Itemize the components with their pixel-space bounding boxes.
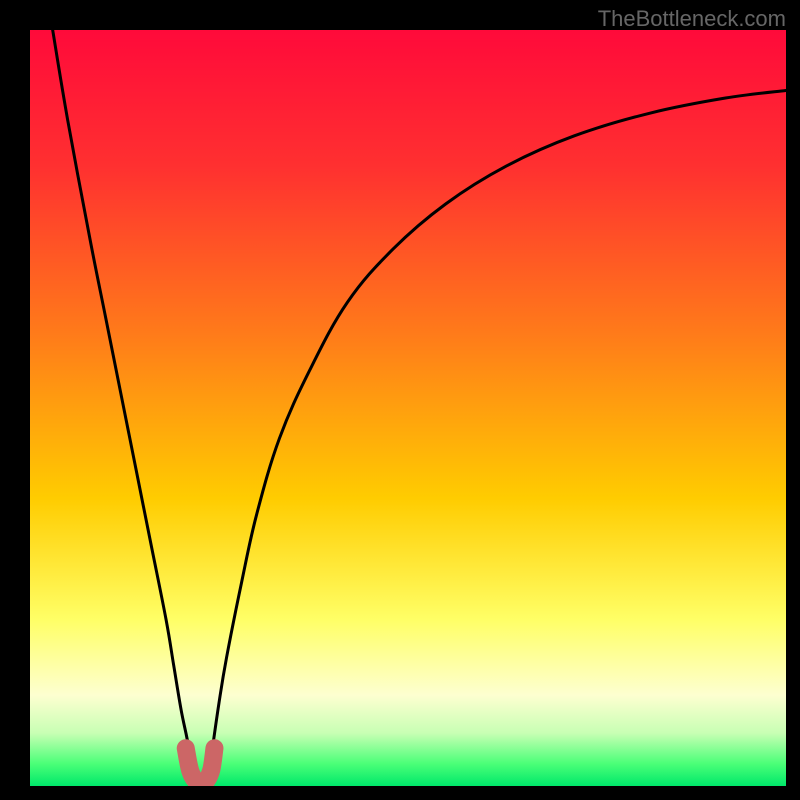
watermark-text: TheBottleneck.com <box>598 6 786 32</box>
chart-frame: TheBottleneck.com <box>0 0 800 800</box>
chart-plot-area <box>30 30 786 786</box>
chart-svg <box>30 30 786 786</box>
chart-gradient-background <box>30 30 786 786</box>
